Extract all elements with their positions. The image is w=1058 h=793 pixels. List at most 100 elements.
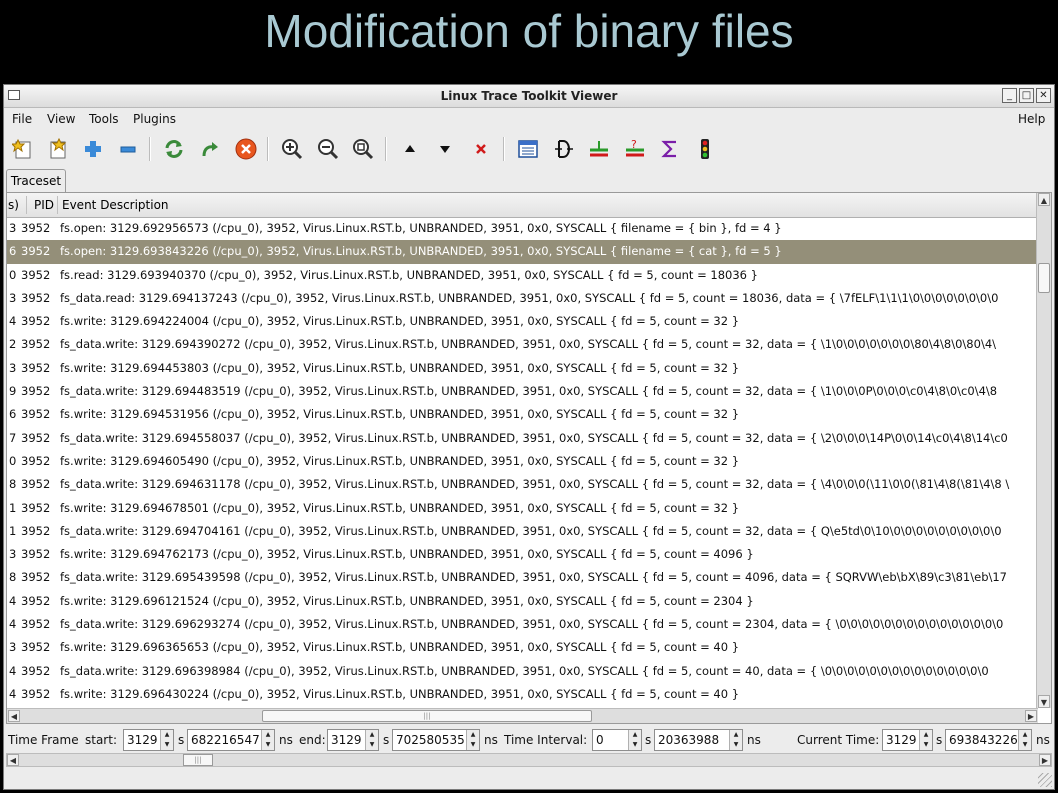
control-flow-icon[interactable] [551, 136, 577, 162]
reload-icon[interactable] [161, 136, 187, 162]
table-row[interactable]: 0 3952 fs.read: 3129.693940370 (/cpu_0), 3… [7, 264, 1038, 287]
statistics-icon[interactable] [657, 136, 683, 162]
toolbar-separator [503, 137, 505, 161]
delete-icon[interactable] [468, 136, 494, 162]
menu-tools[interactable]: Tools [89, 112, 119, 126]
timebar-scrollbar[interactable]: ◀ ||| ▶ [6, 753, 1052, 767]
add-trace-icon[interactable] [80, 136, 106, 162]
table-row[interactable]: 2 3952 fs_data.write: 3129.694390272 (/cpu… [7, 333, 1038, 356]
vertical-scroll-thumb[interactable] [1038, 263, 1050, 293]
go-up-icon[interactable] [397, 136, 423, 162]
filter-icon[interactable] [586, 136, 612, 162]
toolbar-separator [267, 137, 269, 161]
table-row[interactable]: 9 3952 fs_data.write: 3129.694483519 (/cpu… [7, 380, 1038, 403]
horizontal-scroll-thumb[interactable]: ||| [262, 710, 592, 722]
zoom-in-icon[interactable] [279, 136, 305, 162]
menu-help[interactable]: Help [1018, 112, 1045, 126]
row-prev-cell: 3 [9, 640, 17, 655]
menu-file[interactable]: File [12, 112, 32, 126]
stop-icon[interactable] [233, 136, 259, 162]
remove-trace-icon[interactable] [115, 136, 141, 162]
close-button[interactable]: ✕ [1036, 88, 1051, 103]
tab-traceset[interactable]: Traceset [6, 169, 66, 193]
table-row[interactable]: 3 3952 fs.write: 3129.696365653 (/cpu_0), … [7, 636, 1038, 659]
row-description-cell: fs_data.write: 3129.694558037 (/cpu_0), … [60, 430, 1008, 445]
row-description-cell: fs_data.write: 3129.695439598 (/cpu_0), … [60, 570, 1007, 585]
resize-grip-icon[interactable] [1038, 773, 1052, 787]
row-description-cell: fs.write: 3129.694224004 (/cpu_0), 3952,… [60, 314, 740, 329]
title-bar[interactable]: Linux Trace Toolkit Viewer _ □ ✕ [4, 85, 1054, 108]
unit-s: s [936, 733, 943, 747]
table-row[interactable]: 1 3952 fs.write: 3129.694678501 (/cpu_0), … [7, 497, 1038, 520]
minimize-button[interactable]: _ [1002, 88, 1017, 103]
row-pid-cell: 3952 [21, 477, 51, 492]
scroll-left-icon[interactable]: ◀ [8, 710, 20, 722]
column-header-pid[interactable]: PID [34, 193, 54, 217]
table-row[interactable]: 8 3952 fs_data.write: 3129.694631178 (/cpu… [7, 473, 1038, 496]
maximize-button[interactable]: □ [1019, 88, 1034, 103]
table-row[interactable]: 4 3952 fs.write: 3129.696430224 (/cpu_0), … [7, 683, 1038, 706]
vertical-scrollbar[interactable]: ▲ ▼ [1036, 193, 1051, 708]
column-header-prev[interactable]: s) [8, 193, 19, 217]
start-seconds-spinner[interactable]: 3129 ▲ ▼ [123, 729, 174, 751]
zoom-out-icon[interactable] [315, 136, 341, 162]
table-row[interactable]: 3 3952 fs.open: 3129.692956573 (/cpu_0), 3… [7, 217, 1038, 240]
table-row[interactable]: 3 3952 fs_data.read: 3129.694137243 (/cpu_… [7, 287, 1038, 310]
window-title: Linux Trace Toolkit Viewer [440, 89, 618, 103]
column-header-description[interactable]: Event Description [62, 193, 169, 217]
table-row[interactable]: 4 3952 fs.write: 3129.696121524 (/cpu_0), … [7, 590, 1038, 613]
interval-nanoseconds-spinner[interactable]: 20363988 ▲ ▼ [654, 729, 743, 751]
timebar-scroll-thumb[interactable]: ||| [183, 754, 213, 766]
table-row[interactable]: 4 3952 fs.write: 3129.694224004 (/cpu_0), … [7, 310, 1038, 333]
filter-query-icon[interactable]: ? [622, 136, 648, 162]
scroll-down-icon[interactable]: ▼ [1038, 695, 1050, 708]
end-nanoseconds-spinner[interactable]: 702580535 ▲ ▼ [392, 729, 480, 751]
row-prev-cell: 1 [9, 500, 17, 515]
table-row[interactable]: 8 3952 fs_data.write: 3129.695439598 (/cpu… [7, 566, 1038, 589]
table-row[interactable]: 6 3952 fs.write: 3129.694531956 (/cpu_0), … [7, 403, 1038, 426]
horizontal-scrollbar[interactable]: ◀ ||| ▶ [7, 708, 1038, 723]
event-list-icon[interactable] [515, 136, 541, 162]
current-seconds-spinner[interactable]: 3129 ▲ ▼ [882, 729, 933, 751]
toolbar-separator [385, 137, 387, 161]
current-nanoseconds-spinner[interactable]: 693843226 ▲ ▼ [945, 729, 1032, 751]
table-row[interactable]: 4 3952 fs_data.write: 3129.696293274 (/cpu… [7, 613, 1038, 636]
menu-view[interactable]: View [47, 112, 75, 126]
row-description-cell: fs.write: 3129.696365653 (/cpu_0), 3952,… [60, 640, 740, 655]
scroll-right-icon[interactable]: ▶ [1039, 754, 1051, 766]
scroll-left-icon[interactable]: ◀ [7, 754, 19, 766]
row-description-cell: fs_data.write: 3129.694704161 (/cpu_0), … [60, 523, 1002, 538]
table-row[interactable]: 7 3952 fs_data.write: 3129.694558037 (/cpu… [7, 427, 1038, 450]
row-prev-cell: 4 [9, 617, 17, 632]
table-row[interactable]: 3 3952 fs.write: 3129.694762173 (/cpu_0), … [7, 543, 1038, 566]
table-row[interactable]: 1 3952 fs_data.write: 3129.694704161 (/cpu… [7, 520, 1038, 543]
event-list[interactable]: 3 3952 fs.open: 3129.692956573 (/cpu_0), 3… [7, 217, 1038, 707]
end-seconds-spinner[interactable]: 3129 ▲ ▼ [327, 729, 379, 751]
row-prev-cell: 4 [9, 593, 17, 608]
zoom-fit-icon[interactable] [350, 136, 376, 162]
go-down-icon[interactable] [432, 136, 458, 162]
open-trace-icon[interactable] [10, 136, 36, 162]
start-nanoseconds-spinner[interactable]: 682216547 ▲ ▼ [187, 729, 275, 751]
toolbar-separator [149, 137, 151, 161]
row-prev-cell: 6 [9, 407, 17, 422]
row-pid-cell: 3952 [21, 640, 51, 655]
row-prev-cell: 3 [9, 290, 17, 305]
menu-plugins[interactable]: Plugins [133, 112, 176, 126]
row-pid-cell: 3952 [21, 314, 51, 329]
row-description-cell: fs_data.write: 3129.694390272 (/cpu_0), … [60, 337, 997, 352]
toolbar: ? [4, 131, 1054, 165]
slide-title: Modification of binary files [264, 5, 794, 57]
redo-icon[interactable] [197, 136, 223, 162]
table-row[interactable]: 3 3952 fs.write: 3129.694453803 (/cpu_0), … [7, 357, 1038, 380]
interval-seconds-spinner[interactable]: 0 ▲ ▼ [592, 729, 642, 751]
table-row[interactable]: 0 3952 fs.write: 3129.694605490 (/cpu_0), … [7, 450, 1038, 473]
scroll-right-icon[interactable]: ▶ [1025, 710, 1037, 722]
scroll-up-icon[interactable]: ▲ [1038, 193, 1050, 206]
table-row[interactable]: 6 3952 fs.open: 3129.693843226 (/cpu_0), 3… [7, 240, 1038, 264]
row-prev-cell: 4 [9, 686, 17, 701]
close-trace-icon[interactable] [45, 136, 71, 162]
row-description-cell: fs.write: 3129.694453803 (/cpu_0), 3952,… [60, 360, 740, 375]
traffic-light-icon[interactable] [692, 136, 718, 162]
table-row[interactable]: 4 3952 fs_data.write: 3129.696398984 (/cpu… [7, 660, 1038, 683]
